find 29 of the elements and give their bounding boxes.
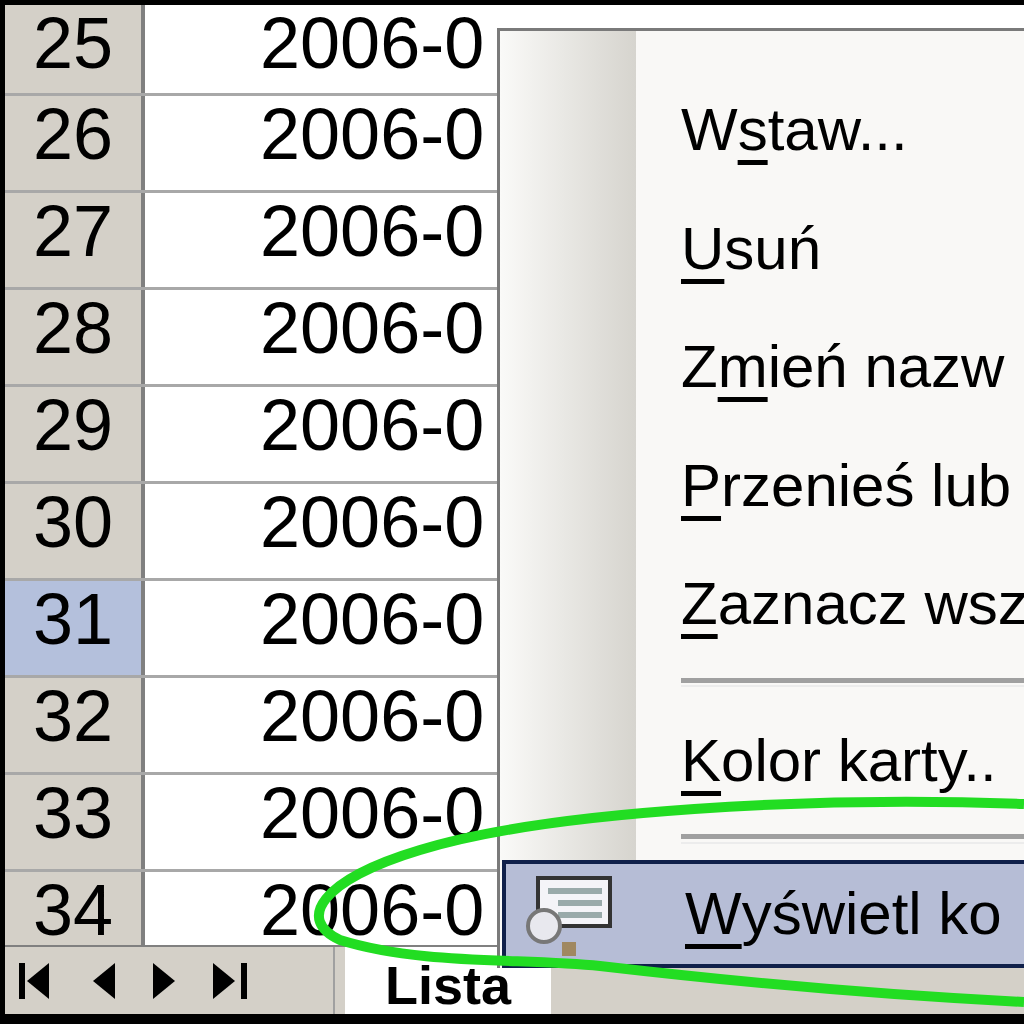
row-header[interactable]: 28 — [5, 290, 145, 384]
row-header[interactable]: 30 — [5, 484, 145, 578]
row-header[interactable]: 33 — [5, 775, 145, 869]
next-sheet-icon[interactable] — [151, 960, 177, 1001]
date-cell: 2006-0 — [260, 96, 485, 170]
date-cell: 2006-0 — [260, 387, 485, 461]
row-header[interactable]: 25 — [5, 5, 145, 93]
date-cell: 2006-0 — [260, 290, 485, 364]
menu-item[interactable]: Zmień nazw — [636, 308, 1024, 427]
row-header[interactable]: 32 — [5, 678, 145, 772]
menu-item[interactable]: Przenieś lub — [636, 426, 1024, 546]
menu-item[interactable]: Zaznacz wsz — [636, 545, 1024, 664]
date-cell: 2006-0 — [260, 5, 485, 79]
menu-item[interactable]: Usuń — [636, 189, 1024, 309]
menu-item[interactable]: Wyświetl ko — [502, 859, 1024, 968]
menu-item[interactable]: Kolor karty.. — [636, 701, 1024, 820]
row-header[interactable]: 29 — [5, 387, 145, 481]
date-cell: 2006-0 — [260, 484, 485, 558]
row-header[interactable]: 34 — [5, 872, 145, 945]
row-header[interactable]: 27 — [5, 193, 145, 287]
date-cell: 2006-0 — [260, 678, 485, 752]
last-sheet-icon[interactable] — [211, 960, 249, 1001]
row-header[interactable]: 26 — [5, 96, 145, 190]
date-cell: 2006-0 — [260, 193, 485, 267]
previous-sheet-icon[interactable] — [91, 960, 117, 1001]
menu-item[interactable]: Wstaw... — [636, 71, 1024, 190]
date-cell: 2006-0 — [260, 775, 485, 849]
date-cell: 2006-0 — [260, 581, 485, 655]
row-header[interactable]: 31 — [5, 581, 145, 675]
